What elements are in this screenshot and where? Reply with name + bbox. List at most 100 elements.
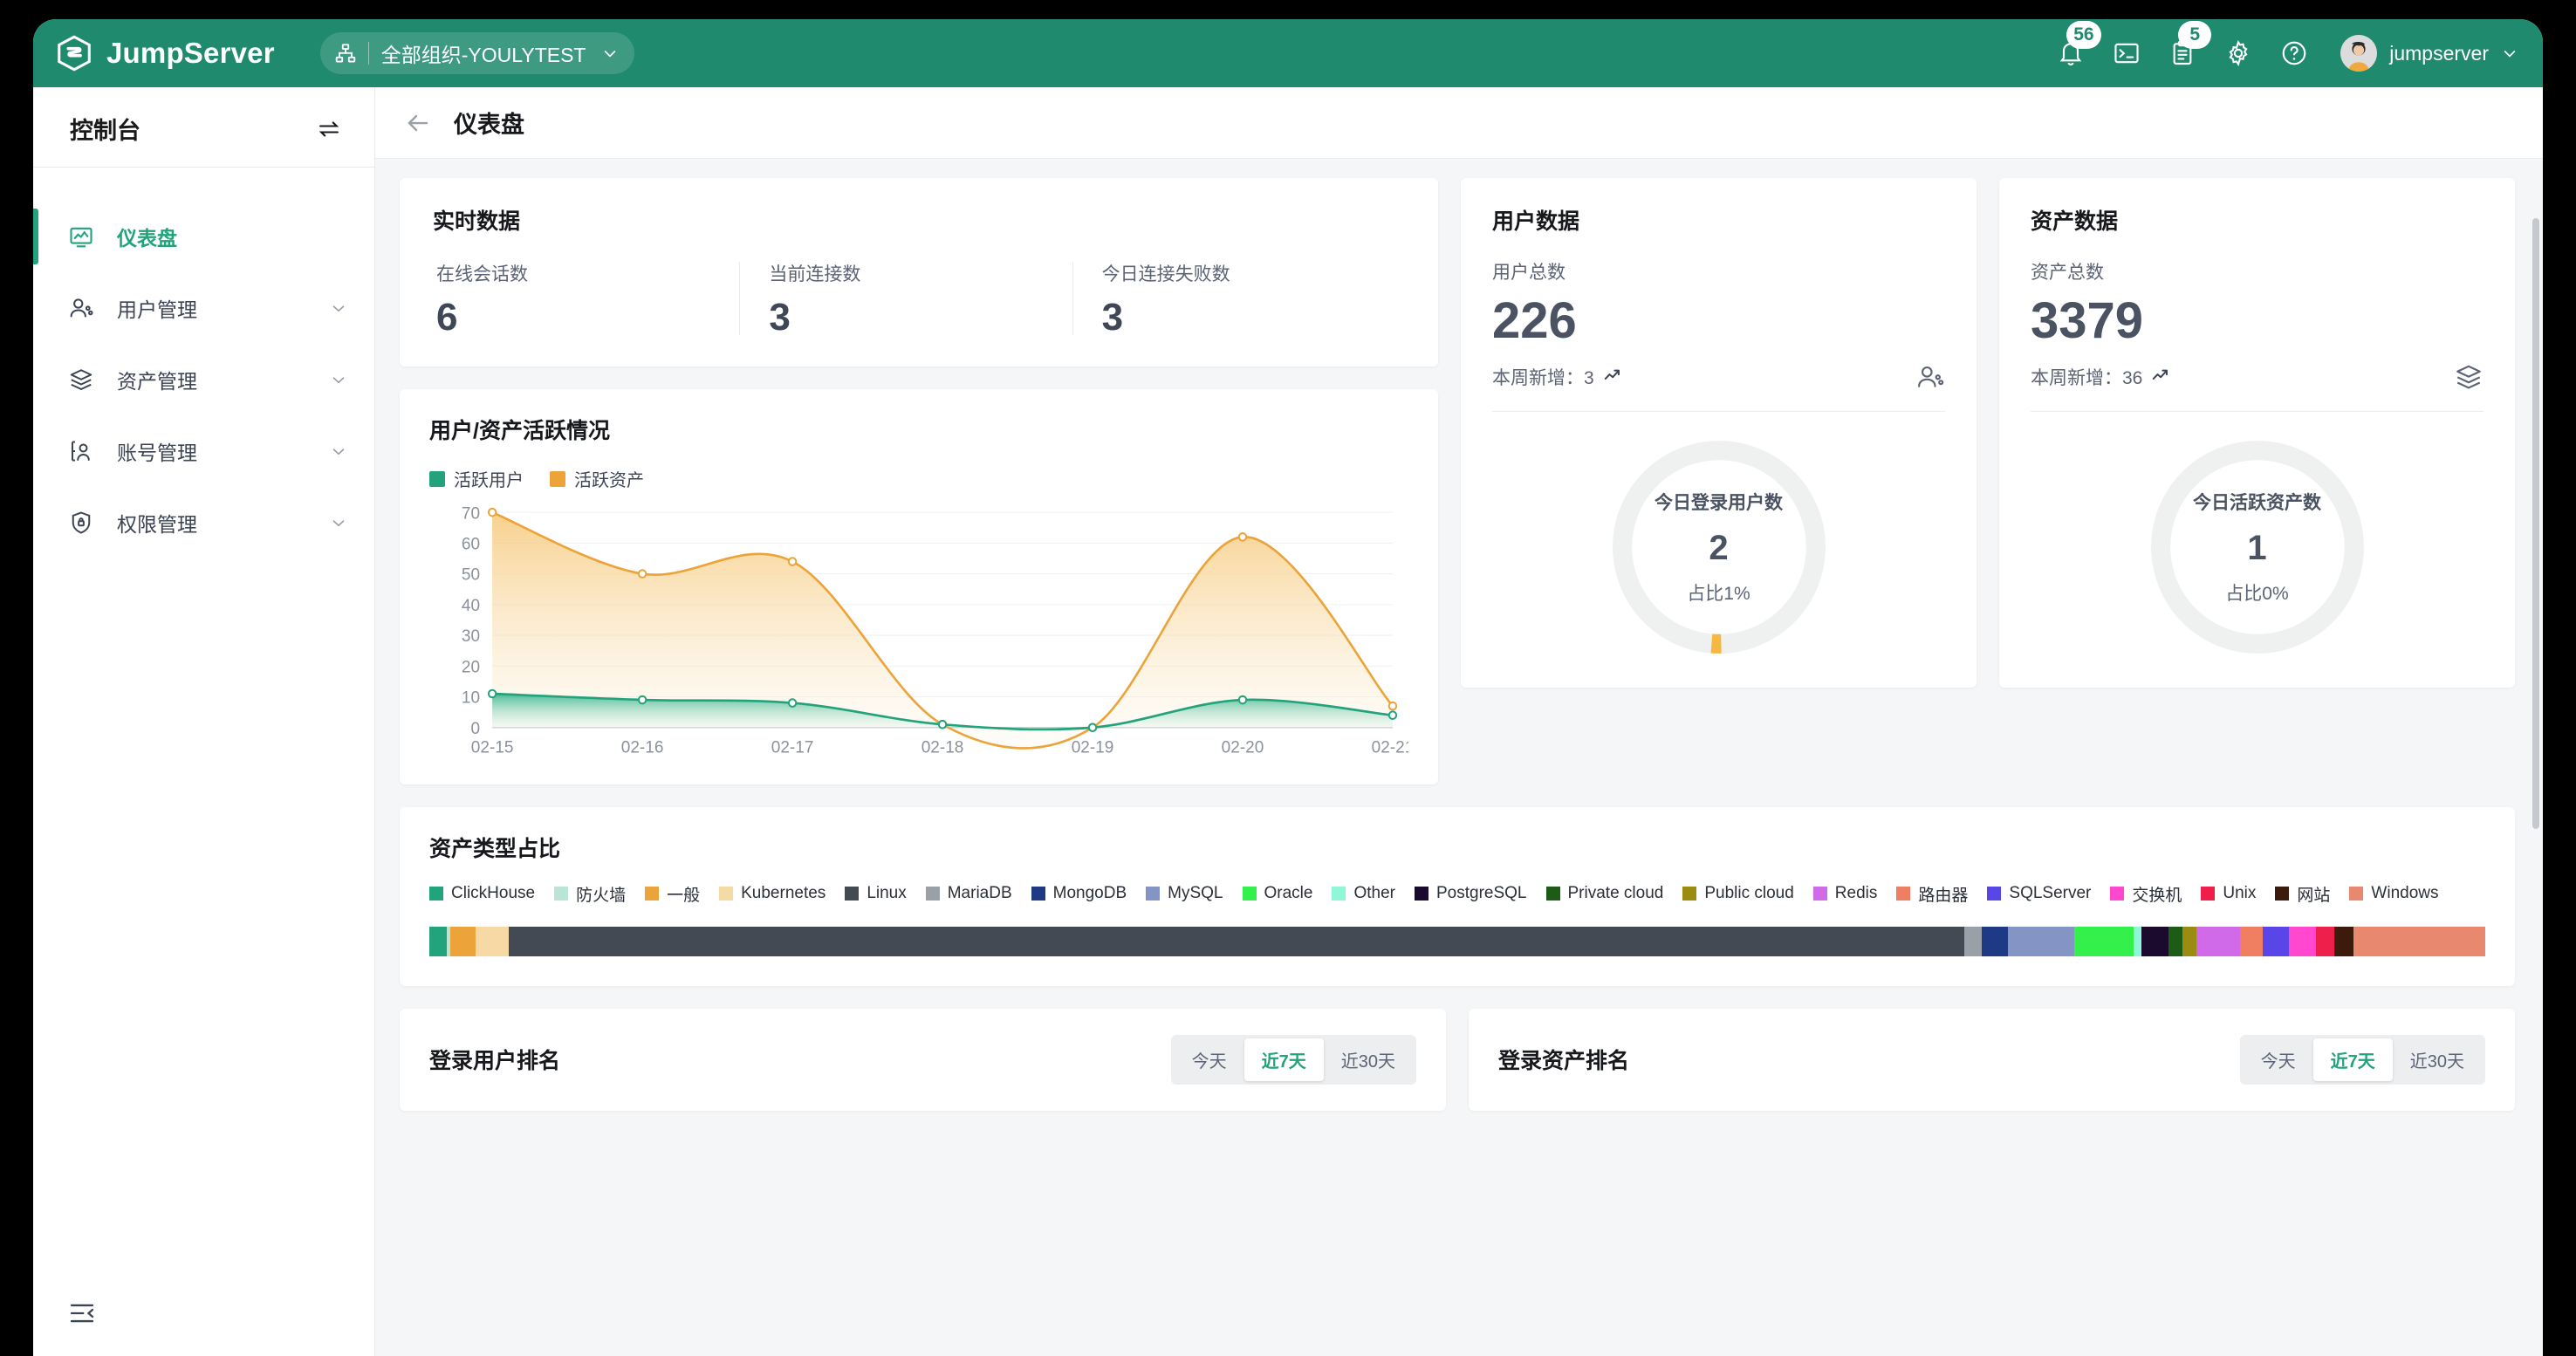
bar-segment[interactable] <box>2315 926 2335 956</box>
legend-item[interactable]: 网站 <box>2275 882 2330 906</box>
legend-item[interactable]: 防火墙 <box>554 882 626 906</box>
top-bar: JumpServer 全部组织-YOULYTEST 56 5 jumpserve… <box>33 19 2543 87</box>
brand[interactable]: JumpServer <box>54 33 275 73</box>
legend-swatch <box>1896 887 1911 901</box>
user-data-card: 用户数据 用户总数 226 本周新增：3 今日登录用户数 2 占比1% <box>1461 178 1977 688</box>
vertical-scrollbar[interactable] <box>2532 218 2539 829</box>
bar-segment[interactable] <box>2134 926 2142 956</box>
tab-today[interactable]: 今天 <box>1175 1038 1244 1081</box>
tab-today[interactable]: 今天 <box>2244 1038 2313 1081</box>
legend-item[interactable]: MariaDB <box>925 882 1012 906</box>
legend-item[interactable]: Redis <box>1812 882 1878 906</box>
swap-icon[interactable] <box>317 117 341 141</box>
legend-item[interactable]: Private cloud <box>1545 882 1663 906</box>
back-arrow-icon[interactable] <box>405 110 431 136</box>
bar-segment[interactable] <box>2289 926 2316 956</box>
realtime-metrics: 在线会话数 6 当前连接数 3 今日连接失败数 3 <box>433 260 1405 337</box>
legend-swatch <box>845 887 860 901</box>
sidebar-item-user-management[interactable]: 用户管理 <box>33 272 374 344</box>
bar-segment[interactable] <box>2168 926 2182 956</box>
bar-segment[interactable] <box>2262 926 2290 956</box>
sidebar-item-label: 仪表盘 <box>117 227 177 250</box>
legend-item[interactable]: PostgreSQL <box>1415 882 1527 906</box>
x-axis-tick: 02-18 <box>921 738 964 757</box>
sidebar-item-label: 权限管理 <box>117 513 197 536</box>
legend-swatch <box>550 470 565 487</box>
legend-item[interactable]: Other <box>1332 882 1395 906</box>
bar-segment[interactable] <box>450 926 476 956</box>
x-axis-tick: 02-20 <box>1222 738 1264 757</box>
tab-last-7-days[interactable]: 近7天 <box>1243 1038 1324 1081</box>
legend-swatch <box>1146 887 1161 901</box>
bar-segment[interactable] <box>2073 926 2134 956</box>
legend-item[interactable]: Linux <box>845 882 907 906</box>
card-title: 实时数据 <box>433 209 521 234</box>
card-title: 用户数据 <box>1492 209 1580 234</box>
legend-label: Oracle <box>1264 884 1313 903</box>
legend-item[interactable]: Unix <box>2201 882 2256 906</box>
legend-item[interactable]: MySQL <box>1146 882 1223 906</box>
legend-item[interactable]: 一般 <box>645 882 700 906</box>
bar-segment[interactable] <box>1964 926 1982 956</box>
org-selector[interactable]: 全部组织-YOULYTEST <box>319 32 635 74</box>
shield-lock-icon <box>68 510 94 536</box>
bar-segment[interactable] <box>2141 926 2168 956</box>
tab-last-30-days[interactable]: 近30天 <box>2393 1038 2482 1081</box>
tab-last-30-days[interactable]: 近30天 <box>1324 1038 1413 1081</box>
bar-segment[interactable] <box>2353 926 2485 956</box>
stat-footer: 本周新增：36 <box>2031 362 2484 412</box>
bar-segment[interactable] <box>475 926 509 956</box>
sidebar-item-account-management[interactable]: 账号管理 <box>33 415 374 487</box>
divider <box>367 42 369 65</box>
legend-item[interactable]: MongoDB <box>1031 882 1127 906</box>
legend-item[interactable]: Kubernetes <box>719 882 826 906</box>
app-body: 控制台 仪表盘 用户管理 资产管理 账号管理 权限管理 仪表盘 实时数据 在线会… <box>33 87 2543 1356</box>
sidebar-item-permission-management[interactable]: 权限管理 <box>33 487 374 558</box>
sidebar-item-asset-management[interactable]: 资产管理 <box>33 344 374 415</box>
chart-legend: 活跃用户 活跃资产 <box>429 466 1408 491</box>
legend-item-active-users[interactable]: 活跃用户 <box>429 466 524 491</box>
tab-last-7-days[interactable]: 近7天 <box>2312 1038 2393 1081</box>
today-active-assets-donut: 今日活跃资产数 1 占比0% <box>2031 412 2484 688</box>
legend-item[interactable]: Windows <box>2349 882 2439 906</box>
legend-item[interactable]: Public cloud <box>1682 882 1794 906</box>
bar-segment[interactable] <box>2008 926 2074 956</box>
legend-label: Redis <box>1834 884 1878 903</box>
bar-segment[interactable] <box>2182 926 2197 956</box>
bar-segment[interactable] <box>1981 926 2009 956</box>
help-icon[interactable] <box>2279 38 2309 68</box>
gear-icon[interactable] <box>2223 38 2253 68</box>
chevron-down-icon <box>329 370 348 389</box>
legend-swatch <box>2110 887 2125 901</box>
bar-segment[interactable] <box>429 926 447 956</box>
legend-swatch <box>1987 887 2002 901</box>
metric-online-sessions: 在线会话数 6 <box>433 260 739 337</box>
legend-label: ClickHouse <box>451 884 536 903</box>
user-menu[interactable]: jumpserver <box>2340 35 2518 72</box>
bell-icon[interactable]: 56 <box>2056 21 2101 68</box>
activity-chart-card: 用户/资产活跃情况 活跃用户 活跃资产 0 10 20 30 40 50 60 … <box>400 389 1438 784</box>
collapse-menu-icon[interactable] <box>68 1304 96 1331</box>
terminal-icon[interactable] <box>2112 38 2141 68</box>
legend-item-active-assets[interactable]: 活跃资产 <box>550 466 644 491</box>
legend-item[interactable]: SQLServer <box>1987 882 2091 906</box>
bar-segment[interactable] <box>2240 926 2263 956</box>
y-axis-tick: 50 <box>462 566 480 585</box>
org-tree-icon <box>334 42 357 65</box>
metric-current-connections: 当前连接数 3 <box>739 260 1072 337</box>
donut-title: 今日活跃资产数 <box>2193 492 2321 513</box>
sidebar-item-dashboard[interactable]: 仪表盘 <box>33 201 374 272</box>
asset-type-stacked-bar <box>429 926 2485 956</box>
legend-item[interactable]: ClickHouse <box>429 882 535 906</box>
legend-label: MySQL <box>1168 884 1223 903</box>
legend-item[interactable]: Oracle <box>1242 882 1313 906</box>
bar-segment[interactable] <box>508 926 1965 956</box>
bar-segment[interactable] <box>2334 926 2353 956</box>
sidebar-nav: 仪表盘 用户管理 资产管理 账号管理 权限管理 <box>33 190 374 558</box>
org-label: 全部组织-YOULYTEST <box>380 44 586 66</box>
clipboard-icon[interactable]: 5 <box>2168 21 2212 68</box>
stat-delta-text: 本周新增：3 <box>1492 367 1594 388</box>
bar-segment[interactable] <box>2196 926 2241 956</box>
legend-item[interactable]: 路由器 <box>1896 882 1968 906</box>
legend-item[interactable]: 交换机 <box>2110 882 2182 906</box>
